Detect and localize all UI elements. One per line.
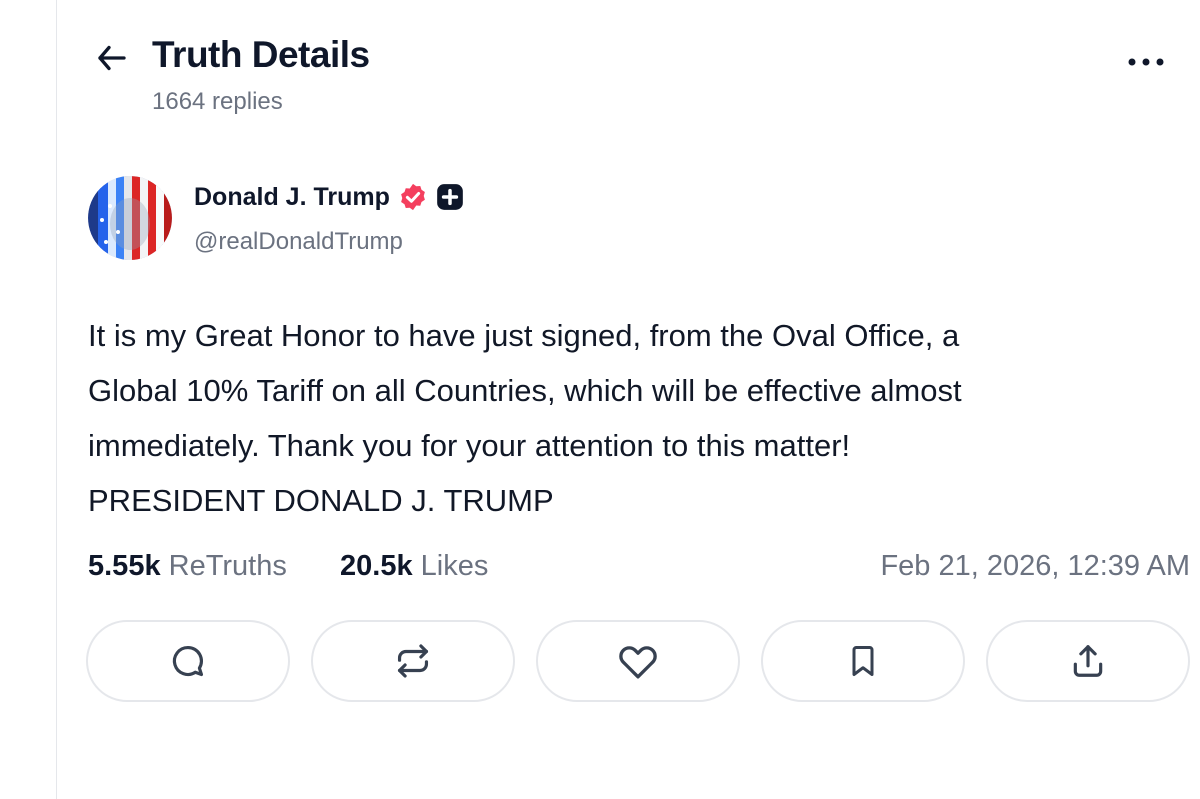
post-line: immediately. Thank you for your attentio… [88,428,851,463]
post-actions [86,620,1196,706]
author-name-row: Donald J. Trump [194,182,464,212]
share-icon [1073,645,1103,677]
post-timestamp: Feb 21, 2026, 12:39 AM [880,550,1190,582]
avatar[interactable] [88,176,172,260]
retruth-button[interactable] [311,620,515,702]
post-line: Global 10% Tariff on all Countries, whic… [88,373,962,408]
likes-count: 20.5k [340,550,413,582]
back-button[interactable] [92,38,132,78]
post-line: It is my Great Honor to have just signed… [88,318,960,353]
like-icon [619,646,657,679]
reply-button[interactable] [86,620,290,702]
retruths-count: 5.55k [88,550,161,582]
bookmark-icon [852,646,874,676]
column-divider [56,0,57,799]
more-options-button[interactable] [1122,44,1170,80]
bookmark-button[interactable] [761,620,965,702]
plus-badge-icon [437,184,463,210]
likes-stat[interactable]: 20.5k Likes [340,550,488,583]
likes-label: Likes [420,550,489,582]
post-author: Donald J. Trump @realDonaldTrump [88,176,1200,260]
retruths-stat[interactable]: 5.55k ReTruths [88,550,287,583]
retruths-label: ReTruths [168,550,287,582]
more-horizontal-icon [1128,58,1164,66]
author-handle[interactable]: @realDonaldTrump [194,228,403,256]
arrow-left-icon [98,45,126,71]
post-stats: 5.55k ReTruths 20.5k Likes Feb 21, 2026,… [88,550,1190,590]
post-line: PRESIDENT DONALD J. TRUMP [88,483,554,518]
reply-icon [172,645,204,677]
retruth-icon [397,644,429,678]
like-button[interactable] [536,620,740,702]
reply-count: 1664 replies [152,88,283,115]
verified-badge-icon [400,183,425,211]
page-title: Truth Details [152,34,370,75]
share-button[interactable] [986,620,1190,702]
author-name[interactable]: Donald J. Trump [194,183,390,212]
page-header: Truth Details 1664 replies [92,28,1200,128]
post-content: It is my Great Honor to have just signed… [88,308,1188,528]
